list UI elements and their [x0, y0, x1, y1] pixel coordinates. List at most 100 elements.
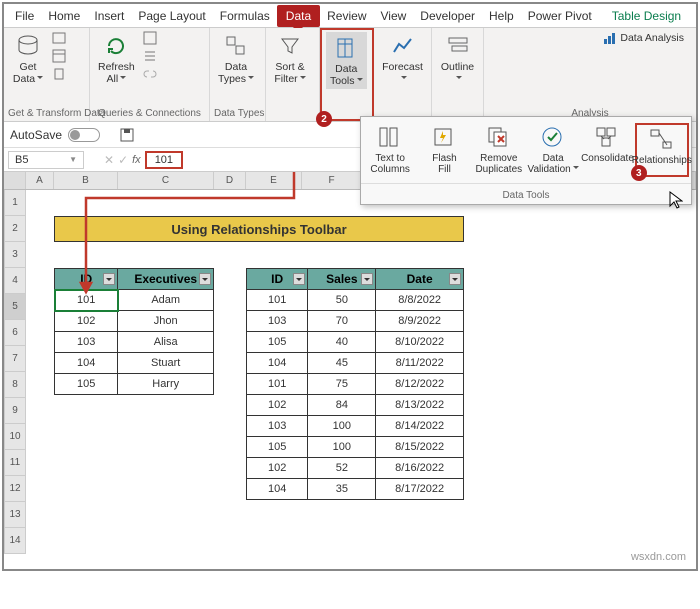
- fx-icon[interactable]: fx: [132, 154, 141, 166]
- row-14[interactable]: 14: [4, 528, 26, 554]
- row-8[interactable]: 8: [4, 372, 26, 398]
- table-row: 101758/12/2022: [247, 374, 464, 395]
- filter-drop-icon[interactable]: [449, 273, 461, 285]
- queries-button[interactable]: [141, 30, 159, 46]
- remove-duplicates-button[interactable]: Remove Duplicates: [472, 123, 526, 177]
- text-to-columns-button[interactable]: Text to Columns: [363, 123, 417, 177]
- menu-help[interactable]: Help: [482, 7, 521, 25]
- recent-sources-button[interactable]: [50, 66, 68, 82]
- consolidate-icon: [594, 125, 620, 151]
- table-row: 104Stuart: [55, 353, 214, 374]
- menu-view[interactable]: View: [374, 7, 414, 25]
- col-B[interactable]: B: [54, 172, 118, 189]
- relationships-icon: [649, 127, 675, 153]
- col-C[interactable]: C: [118, 172, 214, 189]
- data-tools-button[interactable]: Data Tools: [326, 32, 367, 89]
- menu-power-pivot[interactable]: Power Pivot: [521, 7, 599, 25]
- cell-B5[interactable]: 101: [55, 290, 118, 311]
- row-4[interactable]: 4: [4, 268, 26, 294]
- executives-table[interactable]: ID Executives 101Adam 102Jhon 103Alisa 1…: [54, 268, 214, 395]
- cancel-icon[interactable]: ✕: [104, 153, 114, 167]
- col-F[interactable]: F: [302, 172, 362, 189]
- name-box[interactable]: B5 ▼: [8, 151, 84, 169]
- edit-links-button[interactable]: [141, 66, 159, 82]
- mouse-cursor: [669, 191, 683, 209]
- t2-header-sales[interactable]: Sales: [308, 269, 376, 290]
- refresh-all-button[interactable]: Refresh All: [94, 30, 139, 87]
- row-1[interactable]: 1: [4, 190, 26, 216]
- funnel-icon: [276, 32, 304, 60]
- menu-insert[interactable]: Insert: [87, 7, 131, 25]
- chevron-down-icon: ▼: [69, 155, 77, 164]
- filter-drop-icon[interactable]: [361, 273, 373, 285]
- table-row: 102Jhon: [55, 311, 214, 332]
- data-types-button[interactable]: Data Types: [214, 30, 258, 87]
- t1-header-executives[interactable]: Executives: [118, 269, 214, 290]
- row-10[interactable]: 10: [4, 424, 26, 450]
- row-6[interactable]: 6: [4, 320, 26, 346]
- get-data-button[interactable]: Get Data: [8, 30, 48, 87]
- from-web-button[interactable]: [50, 30, 68, 46]
- t2-header-id[interactable]: ID: [247, 269, 308, 290]
- row-11[interactable]: 11: [4, 450, 26, 476]
- row-2[interactable]: 2: [4, 216, 26, 242]
- data-analysis-button[interactable]: Data Analysis: [601, 30, 686, 46]
- select-all-corner[interactable]: [4, 172, 26, 189]
- data-types-icon: [222, 32, 250, 60]
- menu-table-design[interactable]: Table Design: [605, 7, 688, 25]
- group-label-get-transform: Get & Transform Data: [8, 107, 85, 121]
- row-12[interactable]: 12: [4, 476, 26, 502]
- from-table-button[interactable]: [50, 48, 68, 64]
- table-row: 105408/10/2022: [247, 332, 464, 353]
- autosave-toggle[interactable]: [68, 128, 100, 142]
- forecast-button[interactable]: Forecast: [378, 30, 427, 87]
- enter-icon[interactable]: ✓: [118, 153, 128, 167]
- relationships-button[interactable]: Relationships 3: [635, 123, 689, 177]
- row-3[interactable]: 3: [4, 242, 26, 268]
- row-5[interactable]: 5: [4, 294, 26, 320]
- menu-developer[interactable]: Developer: [413, 7, 482, 25]
- group-label-data-types: Data Types: [214, 107, 261, 121]
- save-icon[interactable]: [118, 127, 136, 143]
- menu-data[interactable]: Data 1: [277, 5, 320, 27]
- filter-drop-icon[interactable]: [199, 273, 211, 285]
- consolidate-button[interactable]: Consolidate: [580, 123, 634, 177]
- outline-icon: [444, 32, 472, 60]
- col-E[interactable]: E: [246, 172, 302, 189]
- outline-button[interactable]: Outline: [436, 30, 479, 87]
- popup-title: Data Tools: [361, 183, 691, 204]
- menu-formulas[interactable]: Formulas: [213, 7, 277, 25]
- col-D[interactable]: D: [214, 172, 246, 189]
- col-A[interactable]: A: [26, 172, 54, 189]
- table-row: 103708/9/2022: [247, 311, 464, 332]
- sort-filter-button[interactable]: Sort & Filter: [270, 30, 310, 87]
- row-7[interactable]: 7: [4, 346, 26, 372]
- data-validation-button[interactable]: Data Validation: [526, 123, 580, 177]
- table-row: 101508/8/2022: [247, 290, 464, 311]
- menu-page-layout[interactable]: Page Layout: [131, 7, 212, 25]
- formula-input[interactable]: 101: [145, 151, 183, 169]
- properties-button[interactable]: [141, 48, 159, 64]
- t1-header-id[interactable]: ID: [55, 269, 118, 290]
- menu-home[interactable]: Home: [41, 7, 87, 25]
- menu-file[interactable]: File: [8, 7, 41, 25]
- sales-table[interactable]: ID Sales Date 101508/8/2022 103708/9/202…: [246, 268, 464, 500]
- filter-drop-icon[interactable]: [293, 273, 305, 285]
- row-headers: 1 2 3 4 5 6 7 8 9 10 11 12 13 14: [4, 190, 26, 554]
- badge-3: 3: [631, 165, 647, 181]
- badge-2: 2: [316, 111, 332, 127]
- flash-fill-button[interactable]: Flash Fill: [417, 123, 471, 177]
- data-tools-popup: Text to Columns Flash Fill Remove Duplic…: [360, 116, 692, 205]
- autosave-label: AutoSave: [10, 128, 62, 142]
- spreadsheet-grid[interactable]: A B C D E F G H 1 2 3 4 5 6 7 8 9 10 11 …: [4, 172, 696, 569]
- menu-data-label: Data: [286, 9, 311, 23]
- chart-icon: [603, 31, 617, 45]
- ribbon: Get Data Get & Transform Data Refresh Al…: [4, 28, 696, 122]
- row-13[interactable]: 13: [4, 502, 26, 528]
- row-9[interactable]: 9: [4, 398, 26, 424]
- menu-review[interactable]: Review: [320, 7, 373, 25]
- table-row: 101Adam: [55, 290, 214, 311]
- table-row: 105Harry: [55, 374, 214, 395]
- filter-drop-icon[interactable]: [103, 273, 115, 285]
- t2-header-date[interactable]: Date: [376, 269, 464, 290]
